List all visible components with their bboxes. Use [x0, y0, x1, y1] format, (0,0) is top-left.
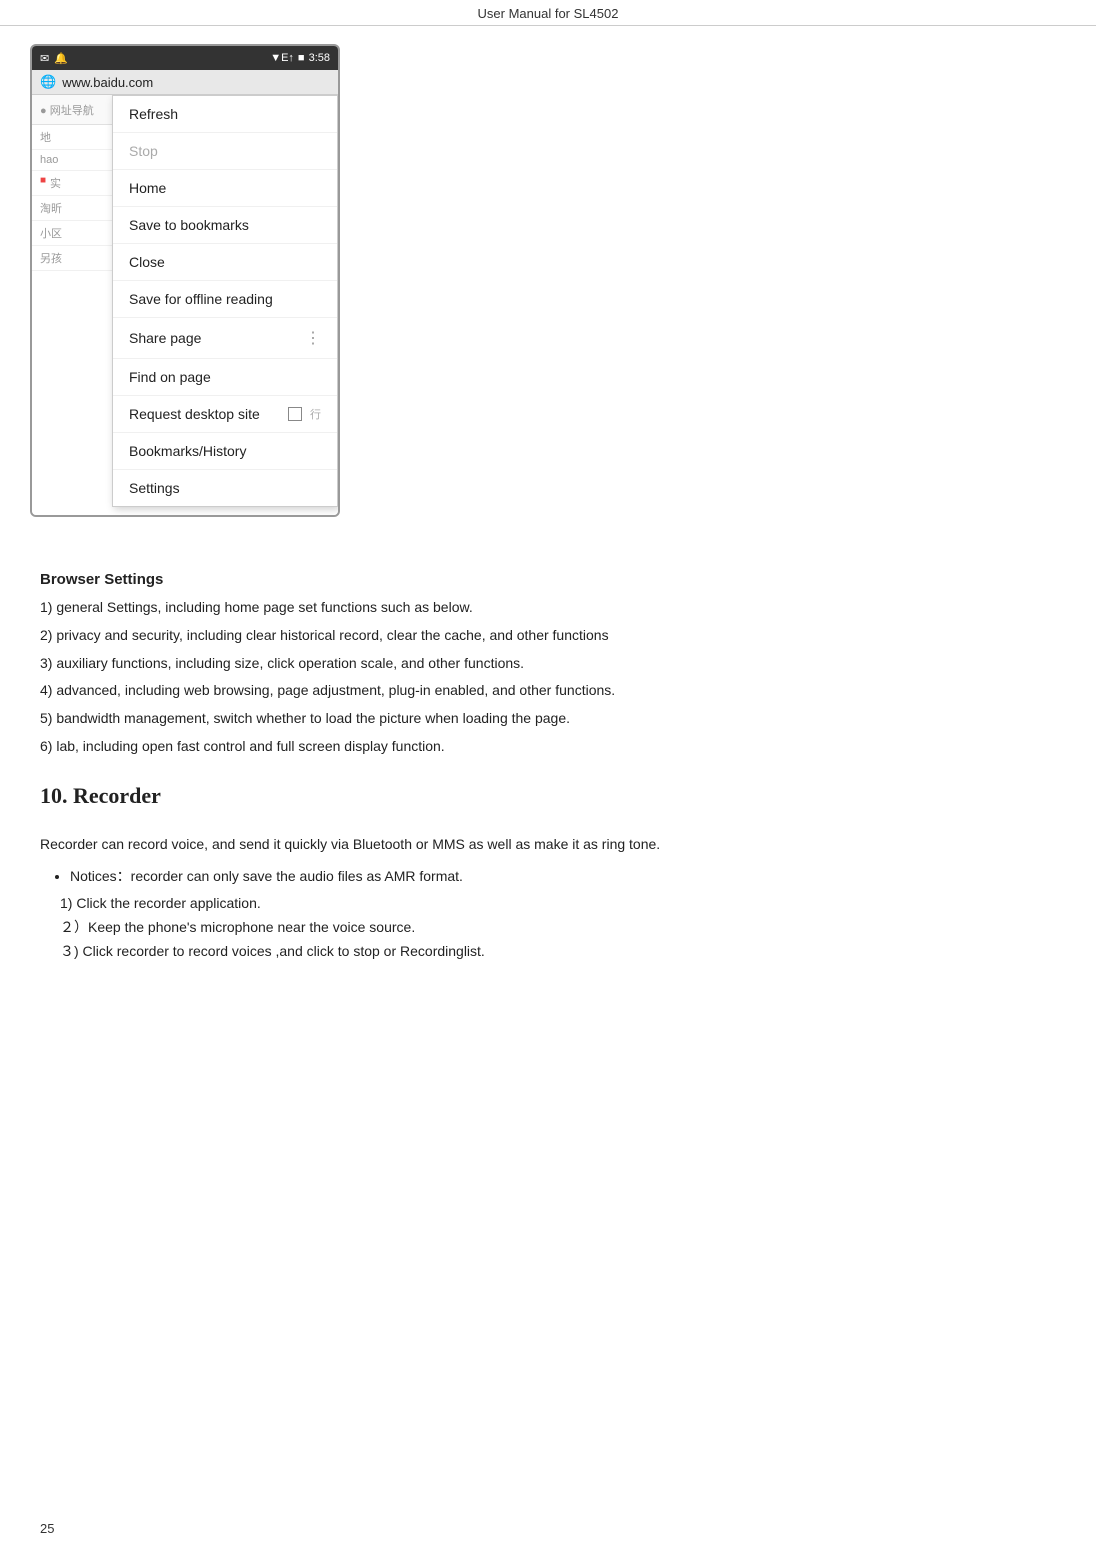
content-text-4: 淘昕: [40, 200, 62, 216]
phone-area: ✉ 🔔 ▼E↑ ■ 3:58 🌐 www.baidu.com ● 网址导航 ⋮ …: [0, 26, 1096, 527]
page-number: 25: [40, 1521, 54, 1536]
recorder-intro: Recorder can record voice, and send it q…: [40, 833, 1056, 857]
browser-settings-section: Browser Settings 1) general Settings, in…: [40, 571, 1056, 759]
bookmark-icon: ■: [40, 175, 46, 191]
recorder-step-2: ２）Keep the phone's microphone near the v…: [60, 916, 1056, 940]
status-right: ▼E↑ ■ 3:58: [270, 52, 330, 64]
menu-item-home[interactable]: Home: [113, 170, 337, 207]
recorder-step-1: 1) Click the recorder application.: [60, 892, 1056, 916]
status-bar: ✉ 🔔 ▼E↑ ■ 3:58: [32, 46, 338, 70]
phone-mockup: ✉ 🔔 ▼E↑ ■ 3:58 🌐 www.baidu.com ● 网址导航 ⋮ …: [30, 44, 340, 517]
browser-background: ● 网址导航 ⋮ 地 片 hao ■ 实 ⋮ 淘昕 小区 x': [32, 95, 338, 515]
menu-item-stop[interactable]: Stop: [113, 133, 337, 170]
browser-settings-item-1: 1) general Settings, including home page…: [40, 596, 1056, 620]
desktop-checkbox[interactable]: [288, 407, 302, 421]
recorder-step-3: ３) Click recorder to record voices ,and …: [60, 940, 1056, 964]
status-left-icons: ✉ 🔔: [40, 52, 68, 65]
menu-item-save-offline[interactable]: Save for offline reading: [113, 281, 337, 318]
menu-item-refresh[interactable]: Refresh: [113, 96, 337, 133]
recorder-section: 10. Recorder Recorder can record voice, …: [40, 783, 1056, 964]
main-content: Browser Settings 1) general Settings, in…: [0, 527, 1096, 984]
desktop-checkbox-area: 行: [288, 406, 321, 422]
address-bar[interactable]: 🌐 www.baidu.com: [32, 70, 338, 95]
dropdown-menu: Refresh Stop Home Save to bookmarks Clos…: [112, 95, 338, 507]
browser-settings-item-2: 2) privacy and security, including clear…: [40, 624, 1056, 648]
browser-settings-item-6: 6) lab, including open fast control and …: [40, 735, 1056, 759]
battery-icon: ■: [298, 52, 305, 64]
content-text-2: hao: [40, 154, 58, 166]
time-display: 3:58: [309, 52, 330, 64]
chapter-number: 10.: [40, 783, 68, 808]
menu-item-bookmarks-history[interactable]: Bookmarks/History: [113, 433, 337, 470]
chapter-heading: 10. Recorder: [40, 783, 1056, 809]
recorder-notice: Notices：recorder can only save the audio…: [70, 865, 1056, 889]
content-text-3: 实: [50, 175, 61, 191]
notification-icon: 🔔: [54, 52, 68, 65]
nav-bg-text: ● 网址导航: [40, 105, 94, 117]
browser-settings-title: Browser Settings: [40, 571, 1056, 588]
menu-item-find-on-page[interactable]: Find on page: [113, 359, 337, 396]
menu-item-settings[interactable]: Settings: [113, 470, 337, 506]
menu-item-share-page[interactable]: Share page ⋮: [113, 318, 337, 359]
signal-icon: ▼E↑: [270, 52, 294, 64]
msg-icon: ✉: [40, 52, 49, 65]
menu-item-request-desktop[interactable]: Request desktop site 行: [113, 396, 337, 433]
desktop-extra: 行: [310, 406, 321, 422]
chapter-title: Recorder: [73, 783, 161, 808]
menu-item-save-bookmarks[interactable]: Save to bookmarks: [113, 207, 337, 244]
page-title: User Manual for SL4502: [0, 0, 1096, 26]
content-text-6: 另孩: [40, 250, 62, 266]
browser-settings-item-4: 4) advanced, including web browsing, pag…: [40, 679, 1056, 703]
share-dots: ⋮: [305, 328, 321, 348]
content-text-5: 小区: [40, 225, 62, 241]
recorder-bullets: Notices：recorder can only save the audio…: [40, 865, 1056, 889]
content-text-1: 地: [40, 129, 51, 145]
globe-icon: 🌐: [40, 74, 56, 90]
menu-item-close[interactable]: Close: [113, 244, 337, 281]
browser-settings-item-3: 3) auxiliary functions, including size, …: [40, 652, 1056, 676]
browser-settings-item-5: 5) bandwidth management, switch whether …: [40, 707, 1056, 731]
url-text: www.baidu.com: [62, 75, 330, 90]
